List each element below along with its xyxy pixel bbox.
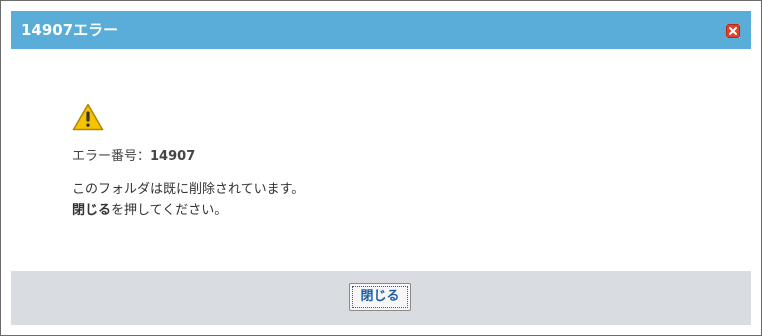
instruction-text: 閉じるを押してください。 <box>72 200 304 221</box>
dialog-footer: 閉じる <box>11 271 751 325</box>
dialog-body: エラー番号：14907 このフォルダは既に削除されています。 閉じるを押してくだ… <box>11 49 751 271</box>
error-number-label: エラー番号： <box>72 149 151 164</box>
instruction-rest: を押してください。 <box>111 203 228 218</box>
error-number-line: エラー番号：14907 <box>72 148 195 166</box>
error-number: 14907 <box>150 149 196 164</box>
close-button[interactable]: 閉じる <box>349 283 411 311</box>
error-message: このフォルダは既に削除されています。 閉じるを押してください。 <box>72 179 304 221</box>
error-dialog: 14907エラー エラー番号：14907 このフォルダは既に削除されています。 … <box>0 0 762 336</box>
instruction-bold: 閉じる <box>72 203 112 218</box>
warning-icon <box>72 103 104 131</box>
error-message-text: このフォルダは既に削除されています。 <box>72 182 305 197</box>
dialog-titlebar: 14907エラー <box>11 11 751 49</box>
close-icon[interactable] <box>726 24 740 38</box>
dialog-title: 14907エラー <box>21 21 119 39</box>
